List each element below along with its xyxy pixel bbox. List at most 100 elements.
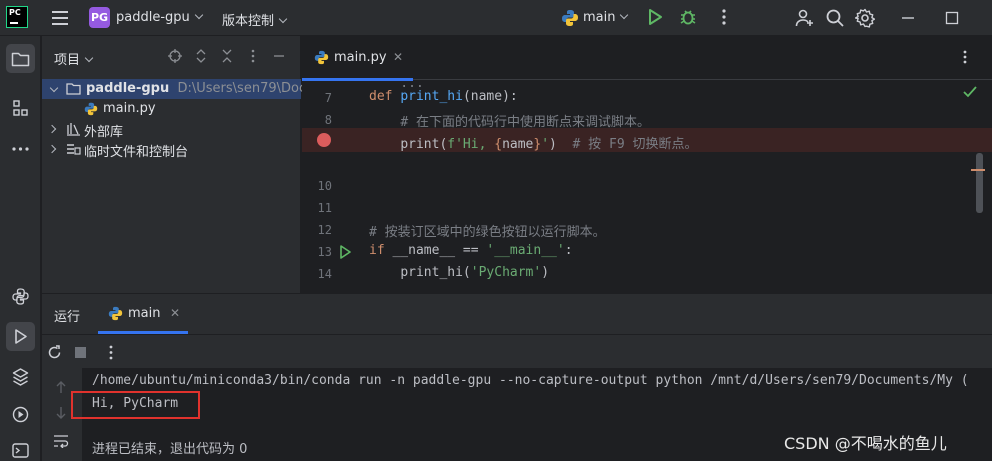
chevron-right-icon[interactable]: [47, 144, 57, 154]
folder-icon: [66, 83, 81, 95]
run-config-name: main: [583, 10, 616, 25]
python-packages-button[interactable]: [6, 362, 35, 391]
options-icon[interactable]: [246, 49, 260, 63]
chevron-down-icon: [278, 14, 288, 24]
more-tools-button[interactable]: [6, 134, 35, 163]
run-tab-label: main: [128, 306, 161, 321]
project-panel-title[interactable]: 项目: [54, 49, 94, 68]
line-number: 11: [317, 201, 332, 215]
vcs-label: 版本控制: [222, 14, 275, 29]
tree-item-external-libraries[interactable]: 外部库: [42, 119, 301, 140]
scroll-up-icon[interactable]: [54, 380, 68, 398]
line-number: 13: [317, 245, 332, 259]
project-selector[interactable]: paddle-gpu: [116, 10, 204, 25]
line-number: 14: [317, 267, 332, 281]
collapse-all-icon[interactable]: [220, 49, 234, 63]
code-line-9[interactable]: print(f'Hi, {name}') # 按 F9 切换断点。: [369, 133, 697, 152]
rerun-icon[interactable]: [47, 345, 62, 364]
tree-label: 外部库: [84, 125, 124, 140]
scratch-icon: [67, 144, 81, 155]
expand-all-icon[interactable]: [194, 49, 208, 63]
editor-scrollbar[interactable]: [976, 153, 983, 213]
code-editor: main.py ✕ ... 7 def print_hi(name): 8 # …: [302, 36, 992, 293]
code-line-7[interactable]: def print_hi(name):: [369, 89, 518, 104]
tree-item-project-root[interactable]: paddle-gpu D:\Users\sen79\Docu: [42, 79, 314, 99]
search-icon[interactable]: [825, 8, 845, 28]
line-number: 12: [317, 223, 332, 237]
stop-icon[interactable]: [75, 347, 86, 358]
python-file-icon: [314, 50, 329, 65]
scroll-down-icon[interactable]: [54, 406, 68, 424]
tab-main-py[interactable]: main.py ✕: [302, 36, 413, 81]
project-badge[interactable]: PG: [89, 7, 110, 28]
line-number: 10: [317, 179, 332, 193]
code-line-14[interactable]: print_hi('PyCharm'): [369, 265, 549, 280]
maximize-icon[interactable]: [943, 9, 963, 29]
chevron-right-icon[interactable]: [47, 124, 57, 134]
main-menu-icon[interactable]: [52, 11, 68, 25]
vcs-menu[interactable]: 版本控制: [222, 10, 288, 29]
structure-tool-button[interactable]: [6, 94, 35, 123]
chevron-down-icon[interactable]: [49, 83, 59, 93]
watermark: CSDN @不喝水的鱼儿: [784, 434, 947, 453]
title-bar: PC PG paddle-gpu 版本控制 main: [0, 0, 992, 36]
python-icon: [108, 306, 123, 321]
active-tab-indicator: [302, 78, 413, 81]
more-horizontal-icon: [12, 147, 29, 151]
python-icon: [561, 9, 581, 29]
tab-label: main.py: [334, 50, 387, 65]
tree-item-scratches[interactable]: 临时文件和控制台: [42, 139, 301, 160]
terminal-icon: [12, 443, 29, 458]
python-file-icon: [84, 102, 98, 116]
run-tool-button[interactable]: [6, 322, 35, 351]
more-options-icon[interactable]: [106, 345, 116, 364]
error-stripe-marker[interactable]: [971, 169, 985, 171]
locate-icon[interactable]: [168, 49, 182, 63]
console-exit-line: 进程已结束，退出代码为 0: [92, 442, 248, 457]
gutter-run-icon[interactable]: [339, 245, 351, 263]
console-line: /home/ubuntu/miniconda3/bin/conda run -n…: [92, 373, 969, 388]
close-tab-icon[interactable]: ✕: [170, 306, 180, 320]
run-toolbar: [42, 334, 992, 368]
project-tool-button[interactable]: [6, 44, 35, 73]
chevron-down-icon: [194, 10, 204, 20]
python-console-button[interactable]: [6, 282, 35, 311]
debug-icon[interactable]: [679, 8, 699, 28]
run-config-selector[interactable]: main: [583, 10, 629, 25]
pycharm-logo-icon: PC: [6, 6, 28, 28]
settings-gear-icon[interactable]: [854, 8, 876, 28]
output-highlight-box: [71, 391, 200, 419]
chevron-down-icon: [620, 10, 629, 20]
file-name: main.py: [103, 101, 156, 116]
breakpoint-icon[interactable]: [317, 133, 331, 147]
tree-label: 临时文件和控制台: [84, 145, 189, 160]
project-root-path: D:\Users\sen79\Docu: [177, 81, 315, 96]
chevron-down-icon: [84, 53, 94, 63]
more-actions-icon[interactable]: [715, 8, 735, 28]
run-icon[interactable]: [646, 8, 666, 28]
close-tab-icon[interactable]: ✕: [393, 50, 403, 64]
code-line-13[interactable]: if __name__ == '__main__':: [369, 243, 573, 258]
project-panel: 项目 paddle-gpu D:\Users\sen79\Docu main.p…: [42, 36, 314, 293]
tool-window-strip: [0, 36, 41, 461]
line-number: 8: [324, 113, 332, 127]
line-number: 7: [324, 91, 332, 105]
folder-icon: [11, 52, 30, 67]
tab-options-icon[interactable]: [958, 49, 972, 69]
code-line-12[interactable]: # 按装订区域中的绿色按钮以运行脚本。: [369, 221, 606, 240]
project-root-name: paddle-gpu: [86, 81, 170, 96]
terminal-button[interactable]: [6, 436, 35, 461]
soft-wrap-icon[interactable]: [53, 434, 69, 452]
run-tab-main[interactable]: main ✕: [98, 294, 188, 334]
editor-tab-bar: main.py ✕: [302, 36, 992, 81]
library-icon: [67, 123, 80, 136]
minimize-icon[interactable]: [899, 9, 919, 29]
layers-icon: [12, 368, 29, 386]
tree-item-main-py[interactable]: main.py: [42, 99, 301, 119]
add-user-icon[interactable]: [795, 8, 815, 28]
run-icon: [15, 329, 27, 344]
services-button[interactable]: [6, 400, 35, 429]
hide-panel-icon[interactable]: [272, 49, 286, 63]
python-console-icon: [12, 288, 29, 305]
structure-icon: [13, 100, 28, 116]
